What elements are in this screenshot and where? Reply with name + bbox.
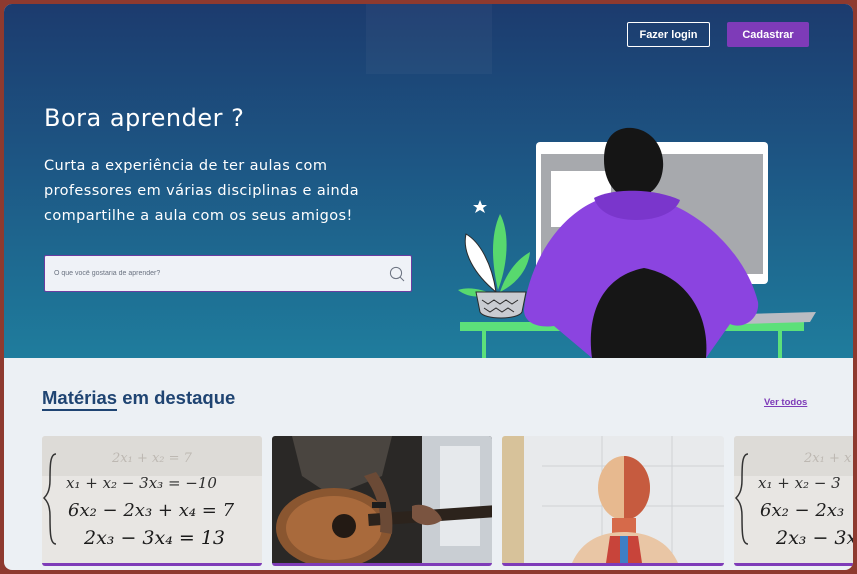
svg-text:2x₃ − 3x₄ = 13: 2x₃ − 3x₄ = 13 xyxy=(83,527,225,549)
page-frame: Fazer login Cadastrar Bora aprender ? Cu… xyxy=(4,4,853,570)
svg-text:2x₁ + x₂ = 7: 2x₁ + x₂ = 7 xyxy=(111,451,193,466)
subject-card-music[interactable] xyxy=(272,436,492,566)
featured-subjects-title: Matérias em destaque xyxy=(42,387,236,411)
subject-card-math[interactable]: 2x₁ + x₂ = 7 x₁ + x₂ − 3x₃ = −10 6x₂ − 2… xyxy=(42,436,262,566)
see-all-link[interactable]: Ver todos xyxy=(764,397,807,408)
svg-text:6x₂ − 2x₃: 6x₂ − 2x₃ xyxy=(760,500,844,521)
featured-title-highlight: Matérias xyxy=(42,387,118,411)
svg-text:x₁ + x₂ − 3: x₁ + x₂ − 3 xyxy=(758,474,841,492)
svg-text:x₁ + x₂ − 3x₃ = −10: x₁ + x₂ − 3x₃ = −10 xyxy=(66,474,217,492)
subject-card-biology[interactable] xyxy=(502,436,724,566)
search-bar xyxy=(44,255,412,292)
signup-button[interactable]: Cadastrar xyxy=(727,22,809,47)
equations-image: 2x₁ + x x₁ + x₂ − 3 6x₂ − 2x₃ 2x₃ − 3x xyxy=(734,436,853,563)
hero-section: Fazer login Cadastrar Bora aprender ? Cu… xyxy=(4,4,853,358)
plant-leaf-2 xyxy=(493,214,507,290)
anatomy-model-image xyxy=(502,436,724,563)
plant-leaf xyxy=(464,233,497,294)
student-computer-illustration xyxy=(458,127,816,358)
desk-leg-right xyxy=(778,331,782,358)
svg-text:6x₂ − 2x₃ + x₄ = 7: 6x₂ − 2x₃ + x₄ = 7 xyxy=(68,500,235,521)
search-input[interactable] xyxy=(45,256,375,291)
guitar-image xyxy=(272,436,492,563)
subject-card-math-2[interactable]: 2x₁ + x x₁ + x₂ − 3 6x₂ − 2x₃ 2x₃ − 3x xyxy=(734,436,853,566)
person-head xyxy=(604,127,664,199)
hero-subtitle: Curta a experiência de ter aulas com pro… xyxy=(44,158,360,224)
svg-text:2x₁ + x: 2x₁ + x xyxy=(803,451,852,466)
svg-text:2x₃ − 3x: 2x₃ − 3x xyxy=(775,527,853,549)
login-button[interactable]: Fazer login xyxy=(627,22,710,47)
star-icon xyxy=(473,200,487,213)
desk-leg-left xyxy=(482,331,486,358)
hero-decor-band xyxy=(366,4,492,74)
hero-title: Bora aprender ? xyxy=(44,104,245,132)
equations-image: 2x₁ + x₂ = 7 x₁ + x₂ − 3x₃ = −10 6x₂ − 2… xyxy=(42,436,262,563)
search-icon[interactable] xyxy=(388,265,406,283)
plant-pot xyxy=(475,291,527,319)
featured-title-rest: em destaque xyxy=(117,387,236,408)
